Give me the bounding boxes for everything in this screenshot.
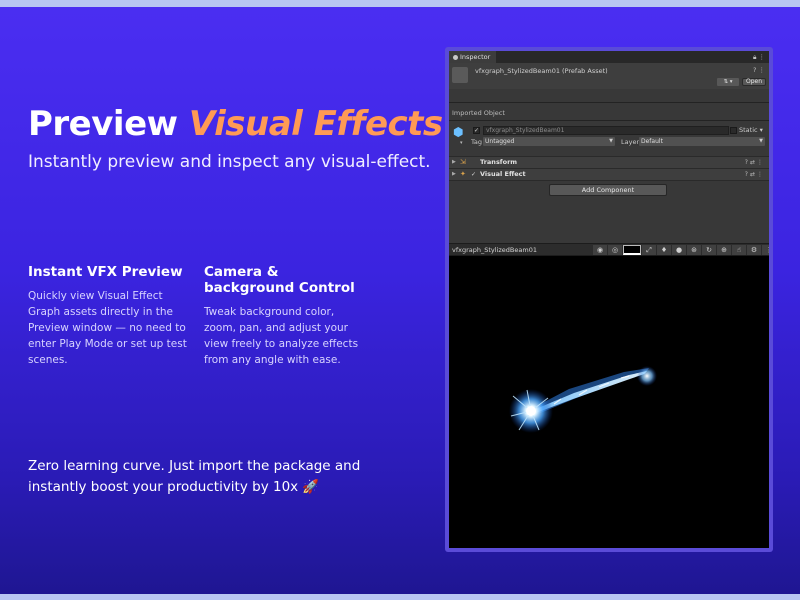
tag-dropdown[interactable]: Untagged ▼	[483, 137, 615, 146]
asset-title: vfxgraph_StylizedBeam01 (Prefab Asset)	[475, 67, 608, 75]
gizmo-icon[interactable]: ⊛	[687, 245, 701, 255]
asset-header: vfxgraph_StylizedBeam01 (Prefab Asset) ?…	[449, 63, 769, 89]
feature-title: Camera & background Control	[204, 264, 355, 296]
tab-inspector[interactable]: Inspector	[449, 51, 497, 63]
page-subheadline: Instantly preview and inspect any visual…	[28, 152, 431, 172]
asset-options-dropdown[interactable]: ⇅ ▾	[717, 78, 739, 86]
feature-instant-preview: Instant VFX Preview Quickly view Visual …	[28, 264, 188, 368]
inspector-tab-bar: Inspector 🔒︎ ⋮	[449, 51, 769, 63]
sphere-icon[interactable]: ●	[672, 245, 686, 255]
asset-menu-icon[interactable]: ? ⋮	[753, 66, 765, 74]
asset-thumbnail	[452, 67, 468, 83]
background-color-swatch[interactable]	[623, 245, 641, 255]
headline-text: Preview	[28, 104, 178, 144]
preview-title: vfxgraph_StylizedBeam01	[452, 246, 537, 254]
info-icon	[453, 54, 458, 60]
layer-label: Layer	[621, 138, 640, 146]
feature-description: Tweak background color, zoom, pan, and a…	[204, 306, 359, 366]
top-border-strip	[0, 0, 800, 7]
component-transform[interactable]: ▶ ⇲ Transform ?⇄⋮	[449, 157, 769, 168]
divider	[449, 180, 769, 181]
header-separator	[449, 89, 769, 103]
settings-icon[interactable]: ⚙	[747, 245, 761, 255]
active-checkbox[interactable]: ✓	[473, 127, 480, 134]
vfx-preview-viewport[interactable]	[449, 256, 769, 548]
impact-core	[526, 406, 536, 416]
static-checkbox[interactable]	[730, 127, 737, 134]
page-headline: Preview Visual Effects	[28, 104, 443, 144]
feature-camera-control: Camera & background Control Tweak backgr…	[204, 264, 364, 368]
fold-arrow-icon[interactable]: ▶	[452, 169, 456, 180]
camera-icon[interactable]: ◎	[608, 245, 622, 255]
static-label: Static ▾	[739, 126, 763, 134]
stylized-beam-effect	[509, 366, 657, 433]
chevron-down-icon[interactable]: ▾	[460, 140, 463, 146]
open-button[interactable]: Open	[742, 78, 766, 86]
chevron-down-icon: ▼	[609, 138, 613, 144]
prefab-cube-icon: ⬢	[453, 125, 464, 139]
unity-inspector-window: Inspector 🔒︎ ⋮ vfxgraph_StylizedBeam01 (…	[445, 47, 773, 552]
fold-arrow-icon[interactable]: ▶	[452, 157, 456, 168]
preview-tool-buttons: ◉ ◎ ⤢ ♦ ● ⊛ ↻ ⊕ ☝ ⚙ ⋮	[593, 245, 769, 255]
lock-icon[interactable]: 🔒︎	[753, 53, 756, 61]
headline-accent: Visual Effects	[188, 104, 443, 144]
light-icon[interactable]: ♦	[657, 245, 671, 255]
bottom-border-strip	[0, 594, 800, 600]
object-name-field[interactable]: vfxgraph_StylizedBeam01	[483, 126, 729, 135]
feature-description: Quickly view Visual Effect Graph assets …	[28, 290, 187, 366]
footer-tagline: Zero learning curve. Just import the pac…	[28, 458, 361, 495]
inspector-panel: Inspector 🔒︎ ⋮ vfxgraph_StylizedBeam01 (…	[449, 51, 769, 548]
tag-label: Tag	[471, 138, 483, 146]
component-tools-icons[interactable]: ?⇄⋮	[745, 157, 765, 168]
imported-object-label: Imported Object	[452, 109, 505, 117]
gameobject-header: ⬢ ▾ ✓ vfxgraph_StylizedBeam01 Static ▾ T…	[449, 123, 769, 149]
chevron-down-icon: ▼	[759, 138, 763, 144]
feature-title: Instant VFX Preview	[28, 264, 183, 280]
component-tools-icons[interactable]: ?⇄⋮	[745, 169, 765, 180]
rotate-icon[interactable]: ↻	[702, 245, 716, 255]
transform-icon: ⇲	[460, 158, 466, 166]
divider	[449, 120, 769, 121]
enabled-checkbox[interactable]: ✓	[470, 171, 477, 178]
grid-icon[interactable]: ⊕	[717, 245, 731, 255]
expand-icon[interactable]: ⤢	[642, 245, 656, 255]
cursor-icon[interactable]: ☝	[732, 245, 746, 255]
tab-label: Inspector	[460, 53, 491, 61]
eye-icon[interactable]: ◉	[593, 245, 607, 255]
preview-toolbar: vfxgraph_StylizedBeam01 ◉ ◎ ⤢ ♦ ● ⊛ ↻ ⊕ …	[449, 243, 769, 256]
component-name: Visual Effect	[480, 170, 526, 178]
component-name: Transform	[480, 158, 518, 166]
tab-menu-icon[interactable]: 🔒︎ ⋮	[753, 51, 765, 63]
layer-dropdown[interactable]: Default ▼	[639, 137, 765, 146]
component-visual-effect[interactable]: ▶ ✦ ✓ Visual Effect ?⇄⋮	[449, 169, 769, 180]
add-component-button[interactable]: Add Component	[549, 184, 667, 196]
more-menu-icon[interactable]: ⋮	[762, 245, 769, 255]
beam-tip-glow	[637, 366, 657, 386]
help-icon[interactable]: ?	[753, 66, 756, 74]
visual-effect-icon: ✦	[460, 170, 466, 178]
